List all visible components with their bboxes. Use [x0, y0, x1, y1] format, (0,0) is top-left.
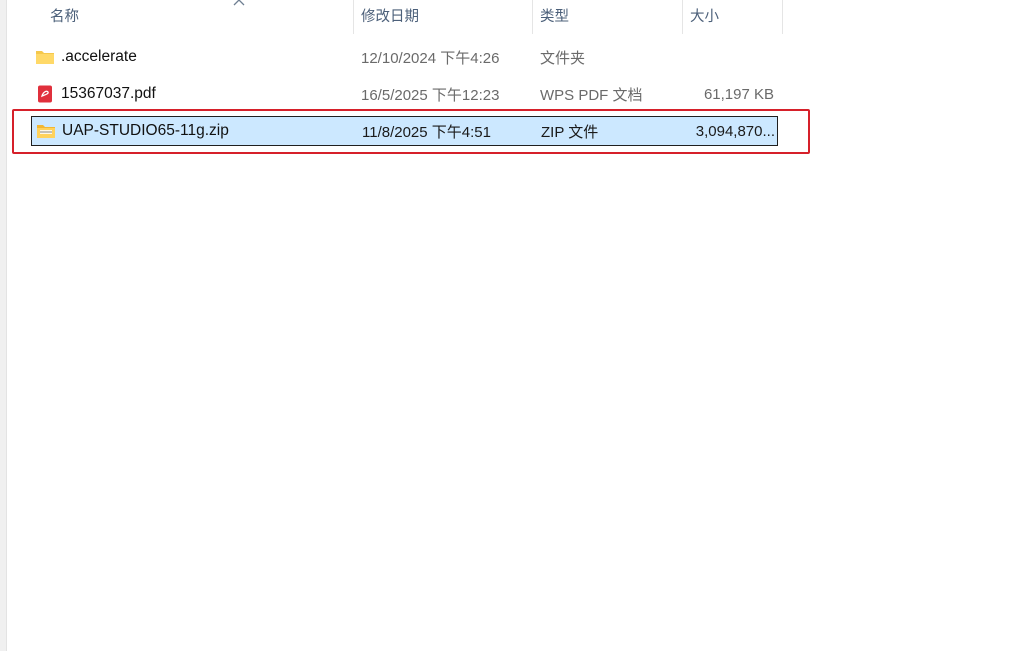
- column-header-modified[interactable]: 修改日期: [353, 0, 533, 34]
- column-header-name-label: 名称: [50, 9, 79, 25]
- column-header-type-label: 类型: [540, 9, 569, 25]
- column-header-size-label: 大小: [690, 9, 719, 25]
- column-header-type[interactable]: 类型: [532, 0, 683, 34]
- file-size: 3,094,870...: [695, 122, 775, 140]
- pdf-icon: [38, 85, 52, 103]
- navigation-pane-edge: [0, 0, 7, 651]
- file-row[interactable]: 15367037.pdf 16/5/2025 下午12:23 WPS PDF 文…: [31, 79, 778, 109]
- column-header-modified-label: 修改日期: [361, 9, 419, 25]
- file-name-cell: 15367037.pdf: [31, 79, 353, 109]
- file-size: 61,197 KB: [703, 85, 774, 103]
- file-explorer-pane: 名称 修改日期 类型 大小 .accelerate 12/10/2024 下午4…: [0, 0, 1019, 651]
- zip-folder-icon: [37, 125, 55, 138]
- file-row[interactable]: .accelerate 12/10/2024 下午4:26 文件夹: [31, 42, 778, 72]
- file-size: [681, 42, 774, 72]
- file-name-cell: .accelerate: [31, 42, 353, 72]
- file-row-selected[interactable]: UAP-STUDIO65-11g.zip 11/8/2025 下午4:51 ZI…: [31, 116, 778, 146]
- file-type: 文件夹: [540, 49, 586, 67]
- file-modified: 16/5/2025 下午12:23: [361, 86, 500, 104]
- file-name-cell: UAP-STUDIO65-11g.zip: [32, 117, 354, 145]
- column-header-name[interactable]: 名称: [42, 0, 354, 34]
- sort-ascending-icon: [233, 0, 245, 6]
- folder-icon: [36, 51, 54, 64]
- file-name: UAP-STUDIO65-11g.zip: [62, 122, 229, 139]
- file-name: 15367037.pdf: [61, 85, 156, 102]
- column-header-size[interactable]: 大小: [682, 0, 783, 34]
- file-modified: 11/8/2025 下午4:51: [362, 123, 491, 141]
- file-type: ZIP 文件: [541, 123, 599, 141]
- file-name: .accelerate: [61, 48, 137, 65]
- file-modified: 12/10/2024 下午4:26: [361, 49, 500, 67]
- column-header-bar: 名称 修改日期 类型 大小: [0, 0, 1019, 34]
- file-type: WPS PDF 文档: [540, 86, 643, 104]
